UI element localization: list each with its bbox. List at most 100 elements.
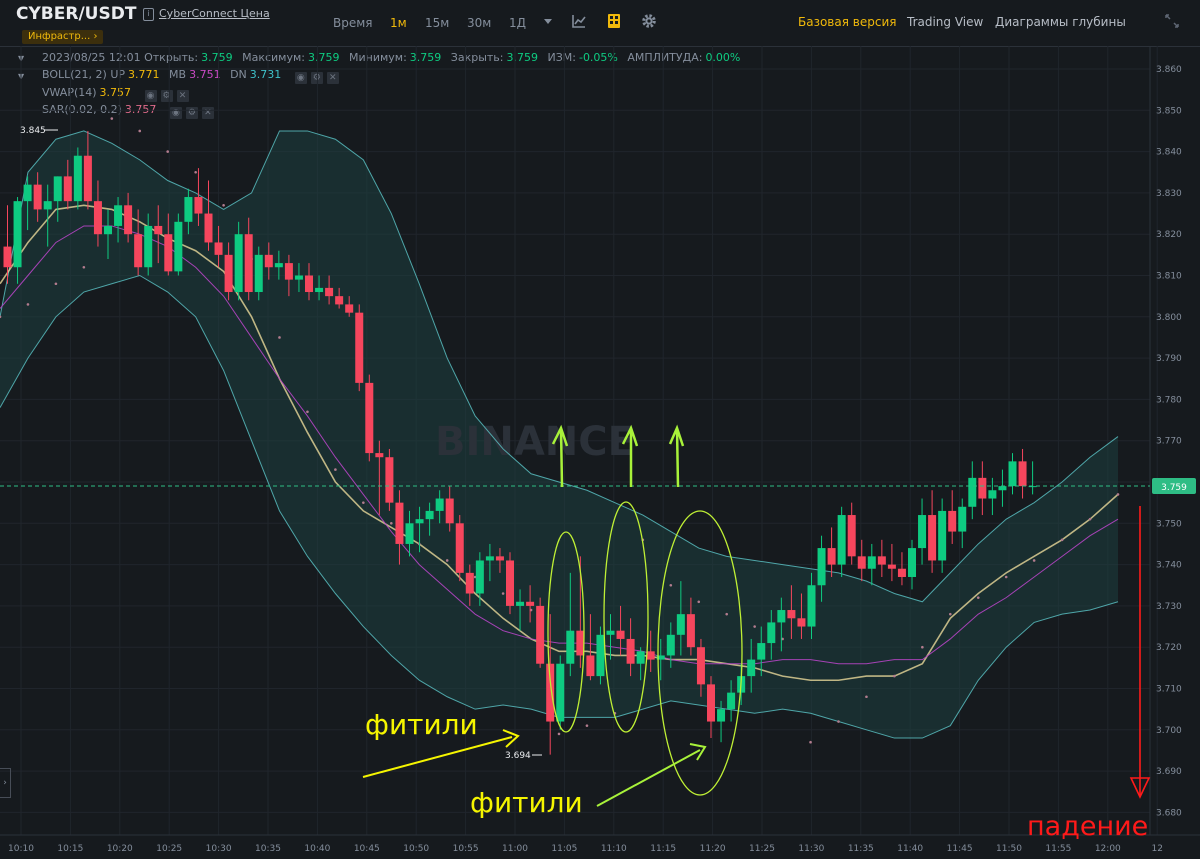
sar-dot xyxy=(753,625,756,628)
candle-body xyxy=(124,205,133,235)
candle-body xyxy=(897,568,906,577)
candle-body xyxy=(576,630,585,656)
candle-body xyxy=(93,201,102,235)
sar-dots xyxy=(0,117,1120,744)
sar-dot xyxy=(82,265,86,269)
price-tick-label: 3.730 xyxy=(1156,602,1182,612)
time-tick-label: 10:10 xyxy=(8,844,34,854)
interval-15m[interactable]: 15м xyxy=(425,16,449,30)
legend-caret-icon[interactable]: ▼ xyxy=(18,54,24,63)
time-tick-label: 10:35 xyxy=(255,844,281,854)
sar-legend: SAR(0.02, 0.2) 3.757 ◉ ⚙ ✕ xyxy=(42,103,214,119)
low-value: 3.759 xyxy=(409,51,442,64)
view-basic[interactable]: Базовая версия xyxy=(798,15,896,29)
time-tick-label: 12 xyxy=(1151,844,1162,854)
indicator-caret-icon[interactable]: ▼ xyxy=(18,72,24,81)
wick-ellipse-2 xyxy=(603,501,649,733)
candle-body xyxy=(1028,486,1037,488)
side-expand-button[interactable]: › xyxy=(0,768,11,798)
candle-body xyxy=(395,502,404,544)
candle-body xyxy=(948,510,957,532)
interval-time[interactable]: Время xyxy=(333,16,373,30)
price-tick-label: 3.750 xyxy=(1156,519,1182,529)
price-tick-label: 3.700 xyxy=(1156,726,1182,736)
interval-1m[interactable]: 1м xyxy=(390,16,407,30)
vwap-legend: VWAP(14) 3.757 ◉ ⚙ ✕ xyxy=(42,86,189,102)
settings-gear-icon[interactable] xyxy=(641,13,657,29)
candle-body xyxy=(606,630,615,635)
sar-dot xyxy=(0,315,2,319)
indicator-chart-icon[interactable] xyxy=(571,13,587,29)
category-tag[interactable]: Инфрастр... › xyxy=(22,30,104,44)
candle-body xyxy=(686,614,695,648)
candle-body xyxy=(616,630,625,639)
eye-icon[interactable]: ◉ xyxy=(169,107,182,119)
vwap-value: 3.757 xyxy=(99,86,132,99)
candle-body xyxy=(938,510,947,561)
current-price-badge xyxy=(1152,478,1196,494)
candle-body xyxy=(757,643,766,660)
candle-body xyxy=(777,610,786,623)
candle-body xyxy=(918,515,927,549)
settings-icon[interactable]: ⚙ xyxy=(310,72,323,84)
candle-body xyxy=(104,225,112,235)
candle-body xyxy=(556,663,565,722)
sar-dot xyxy=(1060,538,1064,542)
interval-30m[interactable]: 30м xyxy=(467,16,491,30)
settings-icon[interactable]: ⚙ xyxy=(160,90,173,102)
candle-body xyxy=(63,176,72,202)
candle-body xyxy=(214,242,223,255)
candle-body xyxy=(696,647,705,685)
price-tick-label: 3.860 xyxy=(1156,65,1182,75)
price-tick-label: 3.800 xyxy=(1156,313,1182,323)
settings-icon[interactable]: ⚙ xyxy=(185,107,198,119)
candle-body xyxy=(656,655,665,660)
ohlc-legend: 2023/08/25 12:01 Открыть: 3.759 Максимум:… xyxy=(42,51,746,64)
eye-icon[interactable]: ◉ xyxy=(294,72,307,84)
price-link[interactable]: CyberConnect Цена xyxy=(159,7,270,20)
candle-body xyxy=(325,287,334,297)
green-arrow xyxy=(596,743,707,807)
price-chart[interactable]: BINANCE 3.8603.8503.8403.8303.8203.8103.… xyxy=(0,0,1200,859)
sar-dot xyxy=(222,203,225,207)
sar-dot xyxy=(54,282,58,286)
sar-dot xyxy=(166,150,169,153)
fullscreen-icon[interactable] xyxy=(1164,13,1180,29)
boll-mb-value: 3.751 xyxy=(189,68,221,81)
price-tick-label: 3.780 xyxy=(1156,395,1182,405)
layout-grid-icon[interactable] xyxy=(606,13,622,29)
candle-body xyxy=(23,184,32,202)
up-arrow-1 xyxy=(551,424,569,488)
sar-dot xyxy=(194,170,197,174)
sar-dot xyxy=(390,522,393,525)
sar-value: 3.757 xyxy=(124,103,157,116)
time-tick-label: 11:35 xyxy=(848,844,874,854)
view-depth[interactable]: Диаграммы глубины xyxy=(995,15,1126,29)
view-tradingview[interactable]: Trading View xyxy=(907,15,983,29)
bollinger-fill xyxy=(0,130,1118,739)
time-tick-label: 10:30 xyxy=(206,844,232,854)
candle-body xyxy=(53,176,62,202)
price-tick-label: 3.680 xyxy=(1156,808,1182,818)
symbol-title[interactable]: CYBER/USDT xyxy=(16,4,136,24)
fall-label: падение xyxy=(1027,811,1148,842)
candle-body xyxy=(244,234,253,293)
price-tick-label: 3.820 xyxy=(1156,230,1182,240)
candle-body xyxy=(3,246,12,268)
close-icon[interactable]: ✕ xyxy=(326,72,339,84)
sar-dot xyxy=(949,612,952,616)
close-icon[interactable]: ✕ xyxy=(201,107,214,119)
candle-body xyxy=(978,477,987,499)
interval-1d[interactable]: 1Д xyxy=(509,16,526,30)
price-axis: 3.860 3.850 3.840 3.830 3.820 3.810 3.800 3.790… xyxy=(1149,46,1182,835)
sar-dot xyxy=(529,608,533,612)
dropdown-caret-icon[interactable] xyxy=(540,13,556,29)
candle-body xyxy=(928,515,937,561)
info-icon[interactable]: i xyxy=(143,8,154,21)
close-icon[interactable]: ✕ xyxy=(176,90,189,102)
sar-dot xyxy=(417,542,421,546)
yellow-arrow xyxy=(362,729,520,778)
candle-body xyxy=(797,618,806,627)
candle-body xyxy=(787,610,796,619)
eye-icon[interactable]: ◉ xyxy=(144,90,157,102)
